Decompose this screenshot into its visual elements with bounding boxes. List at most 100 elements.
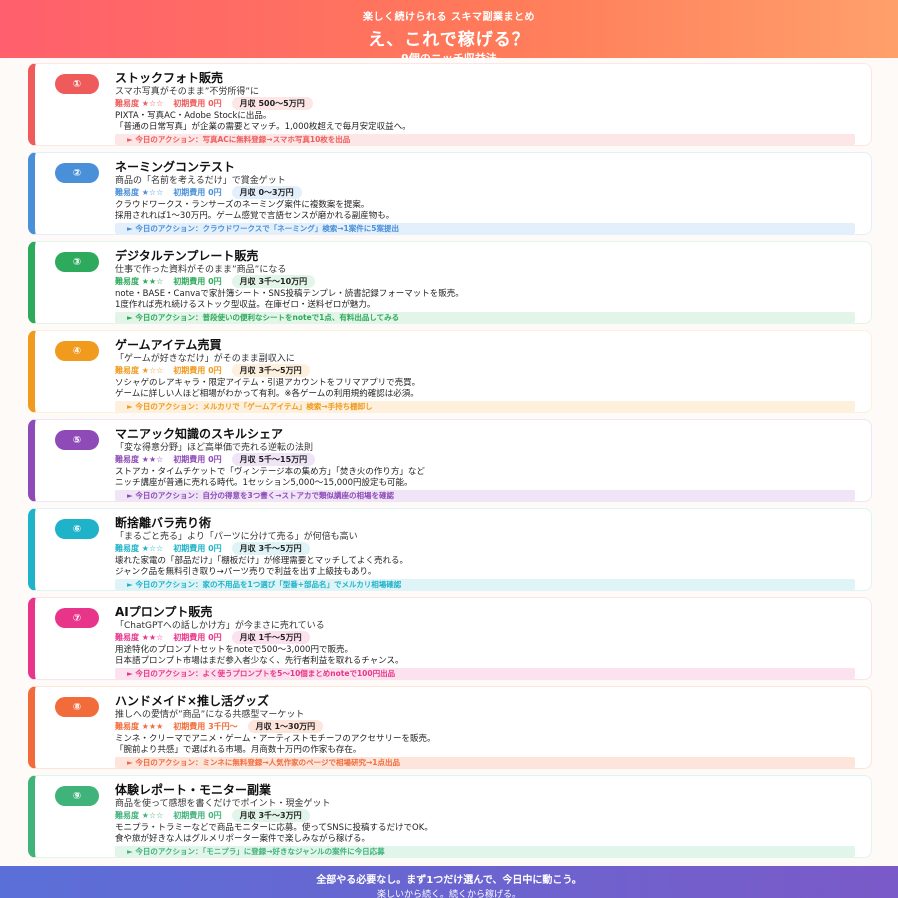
income-badge: 月収 3千〜5万円: [231, 364, 310, 377]
card-number-badge: ⑥: [55, 519, 99, 539]
card-number: ⑧: [72, 701, 82, 713]
description-line: PIXTA・写真AC・Adobe Stockに出品。: [115, 111, 272, 121]
card-meta: 難易度 ★★☆ 初期費用 0円 月収 1千〜5万円: [115, 631, 310, 644]
description-line: ストアカ・タイムチケットで「ヴィンテージ本の集め方」「焚き火の作り方」など: [115, 467, 425, 477]
footer-banner: 全部やる必要なし。まず1つだけ選んで、今日中に動こう。 楽しいから続く。続くから…: [0, 866, 898, 898]
income-badge: 月収 1千〜5万円: [231, 631, 310, 644]
card-number: ⑥: [72, 523, 82, 535]
initial-cost: 初期費用 0円: [173, 455, 222, 464]
today-action: ► 今日のアクション：自分の得意を3つ書く→ストアカで類似講座の相場を確認: [115, 490, 855, 501]
description-line: 「腕前より共感」で選ばれる市場。月商数十万円の作家も存在。: [115, 745, 362, 755]
initial-cost: 初期費用 0円: [173, 188, 222, 197]
card-number-badge: ②: [55, 163, 99, 183]
side-hustle-card: ⑦ AIプロンプト販売 「ChatGPTへの話しかけ方」が今まさに売れている 難易度 …: [28, 597, 872, 680]
card-number-badge: ⑦: [55, 608, 99, 628]
card-number-badge: ⑤: [55, 430, 99, 450]
initial-cost: 初期費用 0円: [173, 811, 222, 820]
income-badge: 月収 1〜30万円: [247, 720, 324, 733]
income-badge: 月収 3千〜5万円: [231, 542, 310, 555]
card-meta: 難易度 ★★☆ 初期費用 0円 月収 3千〜10万円: [115, 275, 316, 288]
income-badge: 月収 5千〜15万円: [231, 453, 316, 466]
card-number: ⑦: [72, 612, 82, 624]
difficulty-rating: 難易度 ★★☆: [115, 633, 164, 642]
description-line: 「普通の日常写真」が企業の需要とマッチ。1,000枚超えで毎月安定収益へ。: [115, 122, 411, 132]
initial-cost: 初期費用 0円: [173, 544, 222, 553]
side-hustle-card: ① ストックフォト販売 スマホ写真がそのまま”不労所得”に 難易度 ★☆☆ 初期費用 0…: [28, 63, 872, 146]
difficulty-rating: 難易度 ★☆☆: [115, 811, 164, 820]
side-hustle-card: ⑤ マニアック知識のスキルシェア 「変な得意分野」ほど高単価で売れる逆転の法則 難易度…: [28, 419, 872, 502]
difficulty-rating: 難易度 ★☆☆: [115, 366, 164, 375]
difficulty-rating: 難易度 ★☆☆: [115, 99, 164, 108]
difficulty-rating: 難易度 ★☆☆: [115, 544, 164, 553]
description-line: ゲームに詳しい人ほど相場がわかって有利。※各ゲームの利用規約確認は必須。: [115, 389, 419, 399]
card-meta: 難易度 ★☆☆ 初期費用 0円 月収 0〜3万円: [115, 186, 302, 199]
page-title: え、これで稼げる？: [368, 30, 530, 50]
description-line: 食や旅が好きな人はグルメリポーター案件で楽しみながら稼げる。: [115, 834, 371, 844]
description-line: note・BASE・Canvaで家計簿シート・SNS投稿テンプレ・読書記録フォー…: [115, 289, 464, 299]
side-hustle-card: ⑨ 体験レポート・モニター副業 商品を使って感想を書くだけでポイント・現金ゲット 難易…: [28, 775, 872, 858]
difficulty-rating: 難易度 ★★☆: [115, 455, 164, 464]
income-badge: 月収 500〜5万円: [231, 97, 313, 110]
initial-cost: 初期費用 0円: [173, 99, 222, 108]
card-number: ⑨: [72, 790, 82, 802]
card-number-badge: ⑨: [55, 786, 99, 806]
difficulty-rating: 難易度 ★★☆: [115, 277, 164, 286]
header-subtitle: 楽しく続けられる スキマ副業まとめ: [363, 12, 535, 23]
description-line: ミンネ・クリーマでアニメ・ゲーム・アーティストモチーフのアクセサリーを販売。: [115, 734, 436, 744]
description-line: モニプラ・トラミーなどで商品モニターに応募。使ってSNSに投稿するだけでOK。: [115, 823, 433, 833]
card-description: note・BASE・Canvaで家計簿シート・SNS投稿テンプレ・読書記録フォー…: [115, 289, 464, 311]
card-number-badge: ④: [55, 341, 99, 361]
footer-tagline: 楽しいから続く。続くから稼げる。: [376, 890, 521, 898]
card-meta: 難易度 ★☆☆ 初期費用 0円 月収 3千〜5万円: [115, 364, 310, 377]
today-action: ► 今日のアクション：クラウドワークスで「ネーミング」検索→1案件に5案提出: [115, 223, 855, 234]
card-subtitle: 「ChatGPTへの話しかけ方」が今まさに売れている: [115, 621, 325, 631]
card-subtitle: 「まるごと売る」より「パーツに分けて売る」が何倍も高い: [115, 532, 358, 542]
card-number: ①: [72, 78, 82, 90]
card-subtitle: 商品の「名前を考えるだけ」で賞金ゲット: [115, 176, 286, 186]
card-description: 用途特化のプロンプトセットをnoteで500〜3,000円で販売。 日本語プロンプ…: [115, 645, 404, 667]
card-number-badge: ③: [55, 252, 99, 272]
income-badge: 月収 0〜3万円: [231, 186, 302, 199]
description-line: ニッチ講座が普通に売れる時代。1セッション5,000〜15,000円設定も可能。: [115, 478, 413, 488]
header-banner: 楽しく続けられる スキマ副業まとめ え、これで稼げる？ 9個のニッチ収益法: [0, 0, 898, 65]
card-description: PIXTA・写真AC・Adobe Stockに出品。 「普通の日常写真」が企業の需…: [115, 111, 411, 133]
card-number: ③: [72, 256, 82, 268]
today-action: ► 今日のアクション：普段使いの便利なシートをnoteで1点、有料出品してみる: [115, 312, 855, 323]
today-action: ► 今日のアクション：よく使うプロンプトを5〜10個まとめnoteで100円出品: [115, 668, 855, 679]
description-line: 1度作れば売れ続けるストック型収益。在庫ゼロ・送料ゼロが魅力。: [115, 300, 376, 310]
description-line: 壊れた家電の「部品だけ」「棚板だけ」が修理需要とマッチしてよく売れる。: [115, 556, 408, 566]
initial-cost: 初期費用 0円: [173, 366, 222, 375]
card-meta: 難易度 ★★☆ 初期費用 0円 月収 5千〜15万円: [115, 453, 316, 466]
today-action: ► 今日のアクション：ミンネに無料登録→人気作家のページで相場研究→1点出品: [115, 757, 855, 768]
card-description: クラウドワークス・ランサーズのネーミング案件に複数案を提案。 採用されれば1〜30…: [115, 200, 394, 222]
card-meta: 難易度 ★☆☆ 初期費用 0円 月収 3千〜3万円: [115, 809, 310, 822]
card-description: ストアカ・タイムチケットで「ヴィンテージ本の集め方」「焚き火の作り方」など ニッチ…: [115, 467, 425, 489]
footer-message: 全部やる必要なし。まず1つだけ選んで、今日中に動こう。: [316, 875, 582, 886]
card-subtitle: 「ゲームが好きなだけ」がそのまま副収入に: [115, 354, 295, 364]
card-meta: 難易度 ★☆☆ 初期費用 0円 月収 500〜5万円: [115, 97, 313, 110]
card-subtitle: 「変な得意分野」ほど高単価で売れる逆転の法則: [115, 443, 314, 453]
initial-cost: 初期費用 0円: [173, 633, 222, 642]
card-description: ミンネ・クリーマでアニメ・ゲーム・アーティストモチーフのアクセサリーを販売。 「腕…: [115, 734, 435, 756]
today-action: ► 今日のアクション：メルカリで「ゲームアイテム」検索→手持ち棚卸し: [115, 401, 855, 412]
card-list: ① ストックフォト販売 スマホ写真がそのまま”不労所得”に 難易度 ★☆☆ 初期費用 0…: [28, 63, 872, 864]
card-number: ④: [72, 345, 82, 357]
card-subtitle: 仕事で作った資料がそのまま”商品”になる: [115, 265, 287, 275]
card-meta: 難易度 ★☆☆ 初期費用 0円 月収 3千〜5万円: [115, 542, 310, 555]
side-hustle-card: ⑧ ハンドメイド×推し活グッズ 推しへの愛情が”商品”になる共感型マーケット 難易度 …: [28, 686, 872, 769]
description-line: 採用されれば1〜30万円。ゲーム感覚で言語センスが磨かれる副産物も。: [115, 211, 395, 221]
difficulty-rating: 難易度 ★☆☆: [115, 188, 164, 197]
side-hustle-card: ④ ゲームアイテム売買 「ゲームが好きなだけ」がそのまま副収入に 難易度 ★☆☆ 初期費…: [28, 330, 872, 413]
income-badge: 月収 3千〜10万円: [231, 275, 316, 288]
description-line: 日本語プロンプト市場はまだ参入者少なく、先行者利益を取れるチャンス。: [115, 656, 404, 666]
side-hustle-card: ② ネーミングコンテスト 商品の「名前を考えるだけ」で賞金ゲット 難易度 ★☆☆ 初期費…: [28, 152, 872, 235]
card-description: 壊れた家電の「部品だけ」「棚板だけ」が修理需要とマッチしてよく売れる。 ジャンク品…: [115, 556, 408, 578]
description-line: ソシャゲのレアキャラ・限定アイテム・引退アカウントをフリマアプリで売買。: [115, 378, 421, 388]
today-action: ► 今日のアクション：家の不用品を1つ選び「型番+部品名」でメルカリ相場確認: [115, 579, 855, 590]
card-number: ⑤: [72, 434, 82, 446]
income-badge: 月収 3千〜3万円: [231, 809, 310, 822]
card-number: ②: [72, 167, 82, 179]
card-subtitle: 商品を使って感想を書くだけでポイント・現金ゲット: [115, 799, 331, 809]
difficulty-rating: 難易度 ★★★: [115, 722, 164, 731]
card-subtitle: スマホ写真がそのまま”不労所得”に: [115, 87, 260, 97]
